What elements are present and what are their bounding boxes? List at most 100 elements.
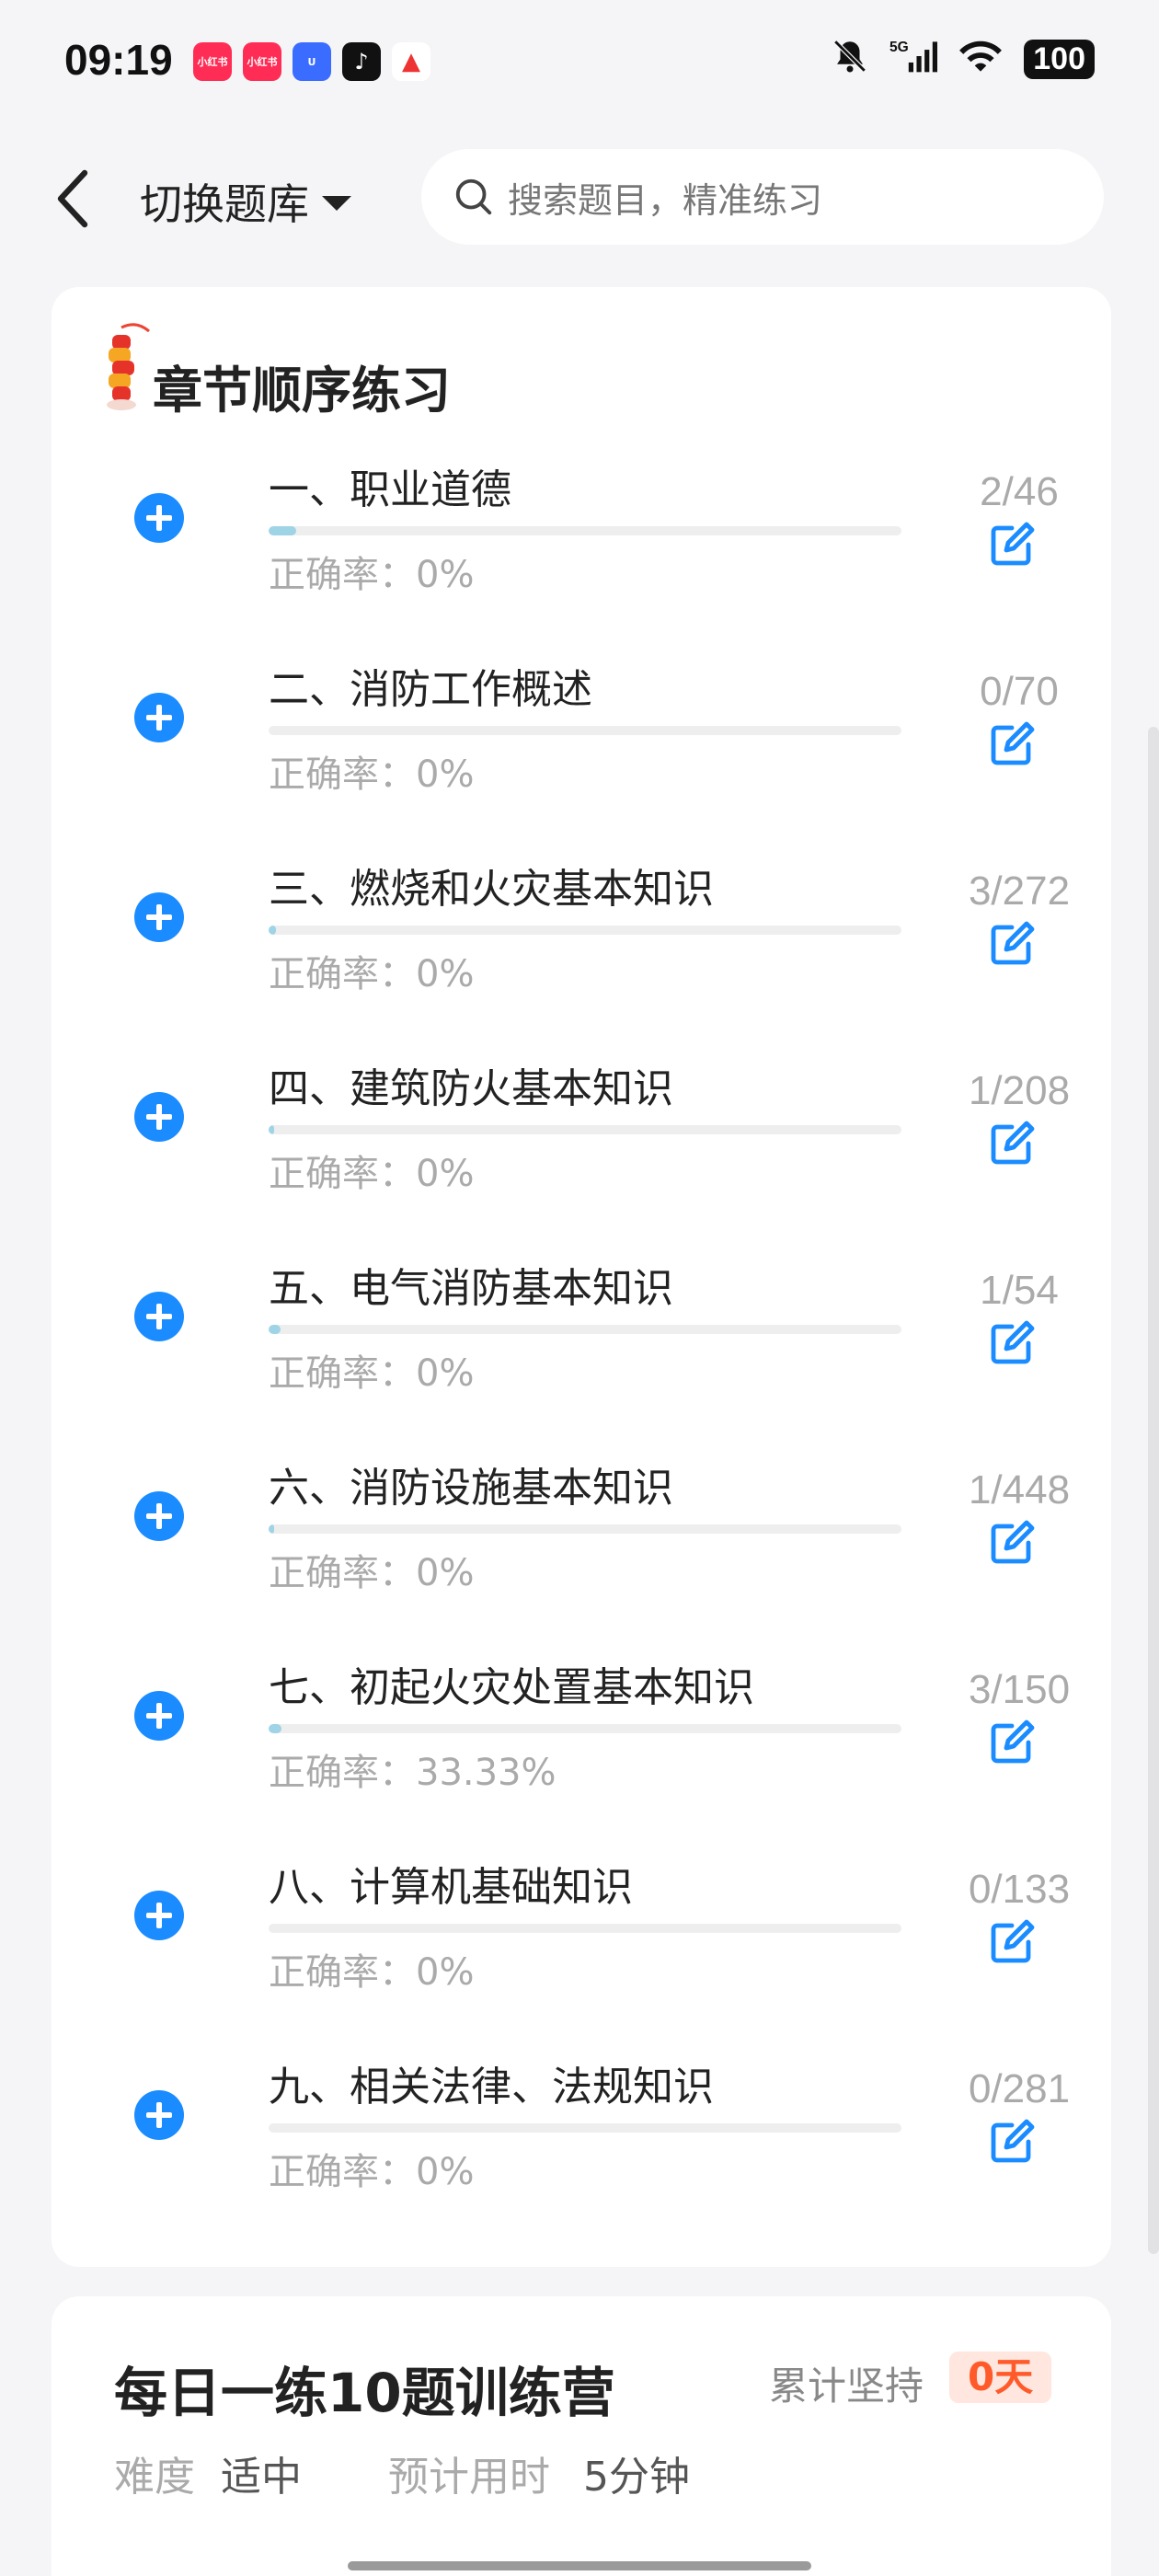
chapter-practice-card: 章节顺序练习 一、职业道德 正确率：0% 2/46 二、消防工作概述 正确率：0% 0/7…: [52, 287, 1111, 2267]
chapter-accuracy: 正确率：0%: [269, 1352, 475, 1395]
chapter-title: 二、消防工作概述: [269, 666, 592, 713]
chapter-progress-fill: [269, 1524, 274, 1534]
practice-edit-icon[interactable]: [986, 1517, 1038, 1569]
chapter-title: 三、燃烧和火灾基本知识: [269, 866, 714, 913]
chapter-accuracy: 正确率：0%: [269, 953, 475, 995]
status-bar: 09:19 小红书 小红书 U ♪ ▲ 5G 100: [0, 0, 1159, 129]
chapter-title: 四、建筑防火基本知识: [269, 1065, 673, 1112]
chapter-row[interactable]: 九、相关法律、法规知识 正确率：0% 0/281: [52, 2053, 1111, 2237]
expand-chapter-plus-icon[interactable]: [134, 1491, 184, 1541]
section-title: 章节顺序练习: [153, 362, 451, 420]
chapter-accuracy: 正确率：0%: [269, 2151, 475, 2193]
practice-edit-icon[interactable]: [986, 918, 1038, 970]
chapter-question-count: 0/70: [980, 669, 1059, 714]
chapter-accuracy: 正确率：0%: [269, 554, 475, 596]
battery-indicator: 100: [1024, 39, 1095, 79]
chapter-progress-bar: [269, 1924, 901, 1933]
expand-chapter-plus-icon[interactable]: [134, 1691, 184, 1741]
caret-down-icon: [322, 196, 351, 211]
chapter-accuracy: 正确率：0%: [269, 1153, 475, 1195]
expand-chapter-plus-icon[interactable]: [134, 892, 184, 942]
time-value: 5分钟: [583, 2454, 690, 2501]
chapter-progress-fill: [269, 526, 296, 535]
chapter-progress-bar: [269, 1125, 901, 1134]
search-icon: [455, 178, 492, 215]
back-button[interactable]: [52, 166, 92, 232]
switch-bank-label: 切换题库: [140, 179, 309, 229]
signal-5g-icon: 5G: [889, 37, 938, 81]
chapter-question-count: 3/150: [968, 1667, 1071, 1712]
expand-chapter-plus-icon[interactable]: [134, 2090, 184, 2140]
persist-label: 累计坚持: [769, 2363, 924, 2409]
status-indicators: 5G 100: [831, 37, 1095, 81]
expand-chapter-plus-icon[interactable]: [134, 493, 184, 543]
chapter-question-count: 0/133: [968, 1867, 1071, 1912]
notification-app-icons: 小红书 小红书 U ♪ ▲: [193, 42, 430, 81]
chapter-progress-bar: [269, 726, 901, 735]
chapter-row[interactable]: 八、计算机基础知识正确率：0% 0/133: [52, 1854, 1111, 2038]
chapter-question-count: 1/54: [980, 1268, 1059, 1313]
practice-edit-icon[interactable]: [986, 1717, 1038, 1768]
chapter-progress-bar: [269, 1724, 901, 1733]
tiktok-icon: ♪: [342, 42, 381, 81]
xiaohongshu-icon: 小红书: [193, 42, 232, 81]
chapter-progress-bar: [269, 2123, 901, 2133]
chapter-progress-fill: [269, 1325, 281, 1334]
persist-days-badge: 0天: [949, 2352, 1052, 2403]
practice-edit-icon[interactable]: [986, 1916, 1038, 1968]
expand-chapter-plus-icon[interactable]: [134, 1092, 184, 1142]
chapter-progress-fill: [269, 926, 276, 935]
chapter-progress-fill: [269, 1125, 274, 1134]
top-navigation: 切换题库 搜索题目，精准练习: [0, 129, 1159, 267]
expand-chapter-plus-icon[interactable]: [134, 1292, 184, 1341]
chapter-progress-fill: [269, 1724, 281, 1733]
chapter-progress-bar: [269, 1325, 901, 1334]
practice-edit-icon[interactable]: [986, 719, 1038, 770]
red-triangle-app-icon: ▲: [392, 42, 430, 81]
camp-title: 每日一练10题训练营: [114, 2362, 615, 2424]
chapter-row[interactable]: 七、初起火灾处置基本知识正确率：33.33% 3/150: [52, 1654, 1111, 1838]
chapter-progress-bar: [269, 926, 901, 935]
chapter-title: 一、职业道德: [269, 466, 511, 513]
difficulty-label: 难度: [114, 2454, 195, 2501]
search-placeholder: 搜索题目，精准练习: [508, 179, 823, 221]
blue-app-icon: U: [293, 42, 331, 81]
chapter-row[interactable]: 五、电气消防基本知识正确率：0% 1/54: [52, 1255, 1111, 1439]
scrollbar[interactable]: [1148, 727, 1159, 2254]
chapter-row[interactable]: 六、消防设施基本知识正确率：0% 1/448: [52, 1455, 1111, 1639]
expand-chapter-plus-icon[interactable]: [134, 1891, 184, 1940]
chapter-row[interactable]: 一、职业道德正确率：0% 2/46: [52, 456, 1111, 640]
time-label: 预计用时: [388, 2454, 550, 2501]
svg-text:5G: 5G: [889, 40, 909, 55]
chapter-row[interactable]: 四、建筑防火基本知识正确率：0% 1/208: [52, 1055, 1111, 1239]
chapter-accuracy: 正确率：33.33%: [269, 1752, 557, 1794]
chevron-left-icon: [57, 169, 88, 228]
chapter-row[interactable]: 二、消防工作概述 正确率：0% 0/70: [52, 656, 1111, 840]
chapter-accuracy: 正确率：0%: [269, 1951, 475, 1994]
search-bar[interactable]: 搜索题目，精准练习: [421, 149, 1104, 245]
chapter-question-count: 1/208: [968, 1068, 1071, 1113]
expand-chapter-plus-icon[interactable]: [134, 693, 184, 742]
chapter-question-count: 2/46: [980, 469, 1059, 514]
chapter-title: 九、相关法律、法规知识: [269, 2064, 714, 2110]
chapter-question-count: 1/448: [968, 1467, 1071, 1512]
switch-question-bank-dropdown[interactable]: 切换题库: [140, 171, 351, 232]
xiaohongshu-icon: 小红书: [243, 42, 281, 81]
wifi-icon: [958, 38, 1004, 80]
status-time: 09:19: [64, 36, 173, 84]
practice-edit-icon[interactable]: [986, 519, 1038, 570]
practice-edit-icon[interactable]: [986, 2116, 1038, 2168]
practice-edit-icon[interactable]: [986, 1118, 1038, 1169]
chapter-progress-bar: [269, 1524, 901, 1534]
chapter-title: 八、计算机基础知识: [269, 1864, 633, 1911]
daily-training-camp-card[interactable]: 每日一练10题训练营 累计坚持 0天 难度 适中 预计用时 5分钟: [52, 2296, 1111, 2576]
chapter-row[interactable]: 三、燃烧和火灾基本知识 正确率：0% 3/272: [52, 856, 1111, 1040]
chapter-title: 六、消防设施基本知识: [269, 1465, 673, 1512]
chapter-title: 五、电气消防基本知识: [269, 1265, 673, 1312]
difficulty-value: 适中: [221, 2454, 302, 2501]
home-indicator[interactable]: [348, 2561, 811, 2570]
chapter-title: 七、初起火灾处置基本知识: [269, 1664, 754, 1711]
chapter-accuracy: 正确率：0%: [269, 1552, 475, 1594]
firecracker-icon: [107, 323, 150, 410]
practice-edit-icon[interactable]: [986, 1317, 1038, 1369]
